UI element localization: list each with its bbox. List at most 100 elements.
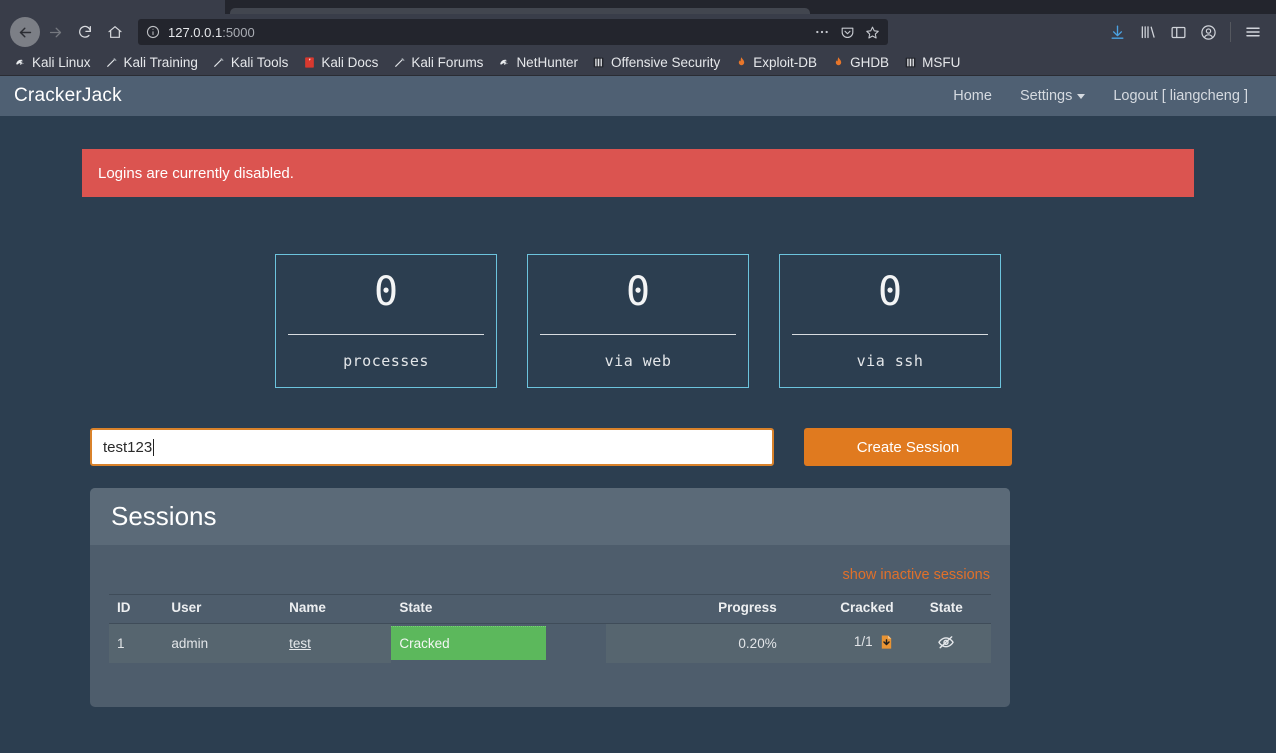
alert-message: Logins are currently disabled. <box>98 164 294 182</box>
app-navbar: CrackerJack Home Settings Logout [ liang… <box>0 76 1276 116</box>
bookmark-kali-forums[interactable]: Kali Forums <box>385 53 490 72</box>
sessions-table: ID User Name State Progress Cracked Stat… <box>109 594 991 663</box>
cell-id: 1 <box>109 623 164 663</box>
column-header-state2[interactable]: State <box>901 594 991 624</box>
status-badge: Cracked <box>391 626 547 660</box>
session-name-input-wrap: test123 <box>90 428 774 466</box>
bookmark-kali-linux[interactable]: Kali Linux <box>6 53 98 72</box>
red-book-icon <box>302 56 316 70</box>
cell-cracked: 1/1 <box>784 623 902 663</box>
column-header-cracked[interactable]: Cracked <box>784 594 902 624</box>
bookmark-kali-training[interactable]: Kali Training <box>98 53 205 72</box>
url-bar[interactable]: 127.0.0.1:5000 <box>138 19 888 45</box>
bookmark-label: NetHunter <box>516 55 578 70</box>
home-button[interactable] <box>100 17 130 47</box>
bookmark-label: MSFU <box>922 55 961 70</box>
downloads-icon[interactable] <box>1109 24 1126 41</box>
sessions-panel: Sessions show inactive sessions ID User … <box>90 488 1010 707</box>
cell-state: Cracked <box>391 623 606 663</box>
bookmark-exploit-db[interactable]: Exploit-DB <box>727 53 824 72</box>
more-actions-icon[interactable] <box>814 24 830 40</box>
text-caret <box>153 438 155 456</box>
stat-cards: 0 processes 0 via web 0 via ssh <box>82 254 1194 388</box>
column-header-progress[interactable]: Progress <box>605 594 785 624</box>
account-icon[interactable] <box>1200 24 1217 41</box>
stat-card-via-ssh[interactable]: 0 via ssh <box>779 254 1001 388</box>
nav-link-logout[interactable]: Logout [ liangcheng ] <box>1099 88 1262 104</box>
reload-button[interactable] <box>70 17 100 47</box>
sessions-title: Sessions <box>111 501 217 531</box>
stat-value: 0 <box>877 269 903 315</box>
stat-value: 0 <box>373 269 399 315</box>
bookmark-label: Kali Training <box>123 55 198 70</box>
kali-dragon-icon <box>13 56 27 70</box>
pen-icon <box>392 56 406 70</box>
bookmark-kali-docs[interactable]: Kali Docs <box>295 53 385 72</box>
session-name-link[interactable]: test <box>289 636 311 651</box>
cell-user: admin <box>163 623 282 663</box>
bookmark-label: Kali Docs <box>321 55 379 70</box>
session-name-input[interactable]: test123 <box>90 428 774 466</box>
column-header-name[interactable]: Name <box>281 594 392 624</box>
show-inactive-row: show inactive sessions <box>109 559 991 594</box>
library-icon[interactable] <box>1139 24 1157 41</box>
page-content: Logins are currently disabled. 0 processe… <box>82 116 1194 707</box>
offsec-icon <box>903 56 917 70</box>
bookmark-label: Kali Linux <box>32 55 91 70</box>
page-info-icon[interactable] <box>146 25 160 39</box>
app-brand[interactable]: CrackerJack <box>14 85 122 107</box>
stat-label: processes <box>343 352 429 370</box>
bookmark-label: Kali Forums <box>411 55 484 70</box>
toolbar-divider <box>1230 22 1231 42</box>
app-nav-links: Home Settings Logout [ liangcheng ] <box>939 88 1262 104</box>
bookmark-offensive-security[interactable]: Offensive Security <box>585 53 727 72</box>
sidebar-icon[interactable] <box>1170 24 1187 41</box>
sessions-panel-body: show inactive sessions ID User Name Stat… <box>90 545 1010 707</box>
eye-off-icon[interactable] <box>936 633 956 654</box>
nav-settings-label: Settings <box>1019 88 1073 104</box>
bookmark-star-icon[interactable] <box>865 25 880 40</box>
bookmark-kali-tools[interactable]: Kali Tools <box>205 53 296 72</box>
bookmark-nethunter[interactable]: NetHunter <box>490 53 585 72</box>
browser-toolbar-actions <box>1109 22 1266 42</box>
nav-link-settings[interactable]: Settings <box>1006 88 1099 104</box>
download-file-icon[interactable] <box>879 634 894 653</box>
column-header-id[interactable]: ID <box>109 594 164 624</box>
column-header-state[interactable]: State <box>391 594 606 624</box>
stat-card-via-web[interactable]: 0 via web <box>527 254 749 388</box>
flame-icon <box>831 56 845 70</box>
stat-label: via web <box>604 352 672 370</box>
back-button[interactable] <box>10 17 40 47</box>
stat-card-processes[interactable]: 0 processes <box>275 254 497 388</box>
kali-dragon-icon <box>497 56 511 70</box>
create-session-button[interactable]: Create Session <box>804 428 1012 466</box>
stat-label: via ssh <box>856 352 924 370</box>
bookmark-label: Kali Tools <box>230 55 289 70</box>
url-text: 127.0.0.1:5000 <box>168 24 255 40</box>
sessions-table-head: ID User Name State Progress Cracked Stat… <box>109 594 991 624</box>
cell-name: test <box>281 623 392 663</box>
browser-navigation-toolbar: 127.0.0.1:5000 <box>0 14 1276 50</box>
alert-banner: Logins are currently disabled. <box>82 149 1194 197</box>
cell-state-toggle <box>901 623 991 663</box>
bookmark-ghdb[interactable]: GHDB <box>824 53 896 72</box>
browser-tabstrip <box>0 0 1276 14</box>
nav-link-home[interactable]: Home <box>939 88 1006 104</box>
bookmark-msfu[interactable]: MSFU <box>896 53 967 72</box>
pocket-icon[interactable] <box>840 25 855 40</box>
table-row[interactable]: 1 admin test Cracked 0.20% 1/1 <box>109 623 991 663</box>
offsec-icon <box>592 56 606 70</box>
stat-value: 0 <box>625 269 651 315</box>
menu-icon[interactable] <box>1244 23 1262 41</box>
chevron-down-icon <box>1077 93 1086 99</box>
create-session-row: test123 Create Session <box>82 428 1194 466</box>
bookmarks-bar: Kali Linux Kali Training Kali Tools Kali Do… <box>0 50 1276 76</box>
sessions-table-body: 1 admin test Cracked 0.20% 1/1 <box>109 623 991 663</box>
bookmark-label: Offensive Security <box>610 55 721 70</box>
pen-icon <box>212 56 226 70</box>
column-header-user[interactable]: User <box>163 594 282 624</box>
show-inactive-sessions-link[interactable]: show inactive sessions <box>843 567 991 583</box>
forward-button[interactable] <box>40 17 70 47</box>
browser-chrome: 127.0.0.1:5000 Kali Linux Kali Training … <box>0 0 1276 76</box>
pen-icon <box>105 56 119 70</box>
